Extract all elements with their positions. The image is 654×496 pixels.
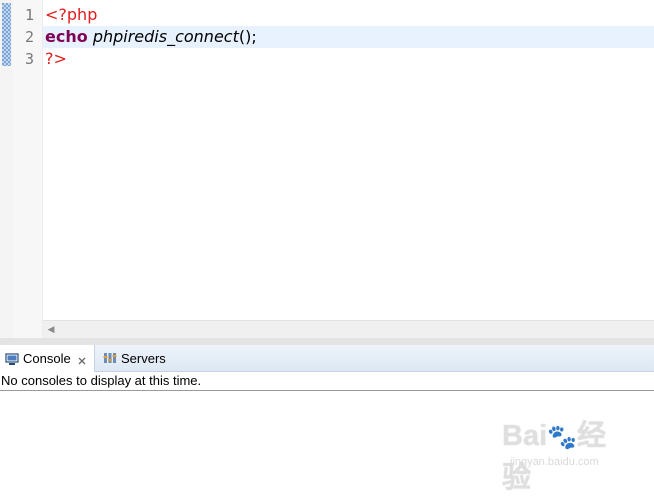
code-line[interactable]: ?>: [43, 48, 654, 70]
code-editor[interactable]: 1 2 3 <?php echo phpiredis_connect(); ?>…: [0, 0, 654, 338]
php-open-tag: <?php: [45, 5, 98, 24]
scroll-left-icon[interactable]: ◀: [45, 322, 57, 338]
line-number-ruler: 1 2 3: [13, 0, 43, 338]
close-icon[interactable]: [77, 354, 87, 364]
console-icon: [5, 352, 19, 366]
echo-keyword: echo: [45, 27, 88, 46]
line-number: 2: [24, 28, 34, 46]
call-punctuation: ();: [238, 27, 257, 46]
tab-servers[interactable]: Servers: [98, 345, 166, 371]
code-text-area[interactable]: <?php echo phpiredis_connect(); ?>: [43, 0, 654, 320]
function-name: phpiredis_connect: [92, 27, 239, 46]
baidu-jingyan-watermark: Bai🐾经验 jingyan.baidu.com: [500, 412, 625, 494]
line-number: 3: [24, 50, 34, 68]
code-line[interactable]: <?php: [43, 4, 654, 26]
console-body: No consoles to display at this time.: [0, 372, 654, 391]
empty-console-message: No consoles to display at this time.: [1, 373, 202, 388]
overview-ruler: [0, 0, 13, 338]
change-marker: [2, 3, 11, 66]
watermark-logo: Bai🐾经验: [502, 420, 607, 494]
php-close-tag: ?>: [45, 49, 67, 68]
line-number: 1: [24, 6, 34, 24]
tab-servers-label: Servers: [121, 350, 166, 366]
code-line-current[interactable]: echo phpiredis_connect();: [43, 26, 654, 48]
panel-divider[interactable]: [0, 338, 654, 345]
tab-console[interactable]: Console: [0, 345, 95, 372]
servers-icon: [103, 351, 117, 365]
panel-tab-bar: Console Servers: [0, 345, 654, 372]
horizontal-scrollbar[interactable]: ◀: [43, 320, 654, 338]
tab-console-label: Console: [23, 351, 71, 366]
watermark-url: jingyan.baidu.com: [510, 456, 599, 468]
